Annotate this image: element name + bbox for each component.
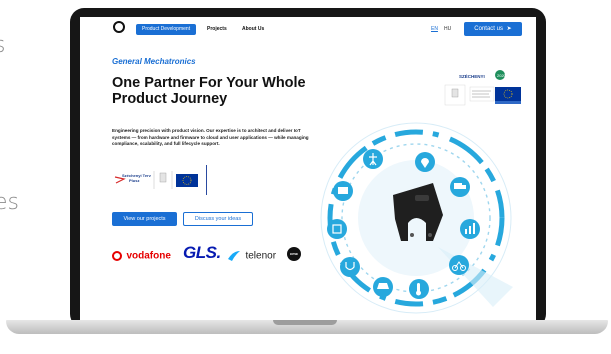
telenor-wordmark: telenor: [245, 250, 277, 262]
person-tower-icon: [363, 149, 383, 169]
svg-text:Plusz: Plusz: [129, 178, 139, 183]
background-text-fragment: s: [0, 33, 5, 58]
monitor-icon: [333, 181, 353, 201]
gls-logo: GLS.: [183, 243, 221, 262]
brand-name: General Mechatronics: [112, 57, 196, 66]
chip-icon: [327, 219, 347, 239]
company-logo[interactable]: [113, 21, 125, 33]
grant-divider: [206, 165, 207, 195]
top-navigation: Product Development Projects About Us EN…: [80, 17, 536, 41]
truck-icon: [450, 177, 470, 197]
product-circle-graphic: [320, 122, 513, 314]
car-icon: [373, 277, 393, 297]
chart-icon: [460, 219, 480, 239]
szechenyi-plan-badge: SZÉCHENYI 2020: [444, 70, 521, 106]
grant-logos-left: Széchenyi Terv Plusz: [112, 165, 207, 195]
svg-text:SZÉCHENYI: SZÉCHENYI: [459, 72, 485, 79]
vodafone-mark-icon: [112, 250, 122, 261]
vodafone-wordmark: vodafone: [126, 250, 171, 262]
lang-en-link[interactable]: EN: [431, 24, 438, 35]
contact-us-button[interactable]: Contact us ➤: [464, 22, 522, 36]
laptop-screen: Product Development Projects About Us EN…: [80, 17, 536, 320]
telenor-logo: telenor: [227, 247, 276, 265]
nav-about-us[interactable]: About Us: [242, 24, 264, 35]
svg-text:2020: 2020: [497, 73, 507, 78]
send-icon: ➤: [506, 26, 512, 32]
grant-logos-right: SZÉCHENYI 2020: [435, 67, 530, 113]
lang-hu-link[interactable]: HU: [444, 24, 451, 35]
telenor-mark-icon: [228, 250, 240, 261]
stethoscope-icon: [340, 257, 360, 277]
hero-description: Engineering precision with product visio…: [112, 128, 309, 146]
background-text-fragment: es: [0, 190, 19, 215]
discuss-ideas-button[interactable]: Discuss your ideas: [183, 212, 253, 226]
thermometer-icon: [409, 279, 429, 299]
vodafone-logo: vodafone: [112, 247, 171, 265]
szechenyi-grant-logo: Széchenyi Terv Plusz: [114, 171, 198, 189]
highlight-beam: [438, 247, 513, 307]
contact-us-label: Contact us: [474, 26, 503, 32]
laptop-notch: [273, 320, 337, 325]
nav-projects[interactable]: Projects: [207, 24, 227, 35]
hero-title: One Partner For Your Whole Product Journ…: [112, 75, 306, 107]
location-pin-icon: [415, 152, 435, 172]
nav-product-development[interactable]: Product Development: [136, 24, 197, 35]
view-projects-button[interactable]: View our projects: [112, 212, 177, 226]
cmc-logo: cmc: [287, 247, 301, 261]
cyclist-icon: [449, 255, 469, 275]
